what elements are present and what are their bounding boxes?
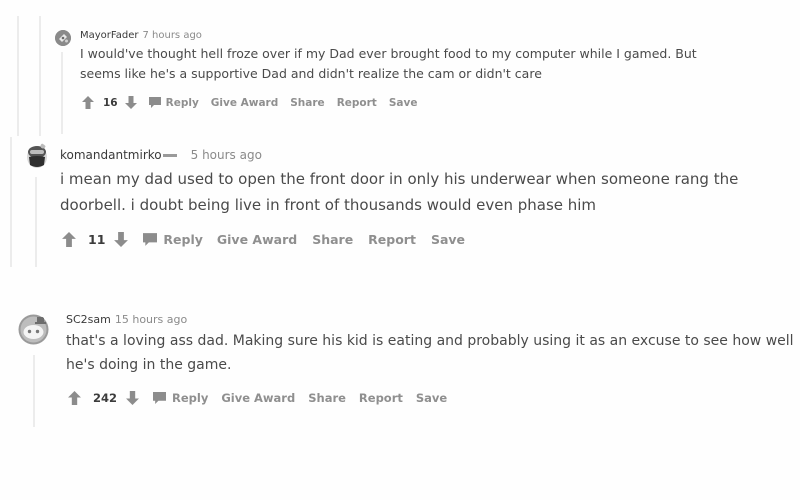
thread-line[interactable] bbox=[17, 16, 19, 136]
avatar[interactable] bbox=[26, 143, 48, 169]
author-link[interactable]: komandantmirko bbox=[60, 148, 162, 162]
report-button[interactable]: Report bbox=[337, 97, 377, 109]
comment-meta: MayorFader 7 hours ago bbox=[80, 30, 720, 41]
comment: SC2sam 15 hours ago that's a loving ass d… bbox=[66, 313, 800, 405]
give-award-button[interactable]: Give Award bbox=[217, 232, 297, 247]
reply-button[interactable]: Reply bbox=[153, 391, 208, 405]
downvote-arrow-icon[interactable] bbox=[114, 232, 129, 247]
thread-line[interactable] bbox=[61, 52, 63, 134]
vote-score: 11 bbox=[88, 232, 106, 247]
comment-actions: 16 Reply Give Award Share Report Save bbox=[82, 96, 720, 109]
thread-line[interactable] bbox=[10, 137, 12, 267]
thread-line[interactable] bbox=[33, 355, 35, 427]
thread-line[interactable] bbox=[39, 16, 41, 136]
report-button[interactable]: Report bbox=[359, 391, 403, 405]
timestamp[interactable]: 5 hours ago bbox=[191, 148, 262, 162]
avatar[interactable] bbox=[55, 30, 71, 46]
thread-line[interactable] bbox=[35, 177, 37, 267]
comment: komandantmirko 5 hours ago i mean my dad … bbox=[60, 148, 800, 247]
comment-body: that's a loving ass dad. Making sure his… bbox=[66, 333, 794, 373]
snoo-avatar-icon bbox=[18, 314, 49, 345]
comment-body: I would've thought hell froze over if my… bbox=[80, 46, 697, 81]
snoo-avatar-icon bbox=[55, 30, 71, 46]
speech-bubble-icon bbox=[143, 233, 158, 246]
save-button[interactable]: Save bbox=[416, 391, 447, 405]
share-button[interactable]: Share bbox=[290, 97, 324, 109]
reply-label: Reply bbox=[172, 391, 209, 405]
author-link[interactable]: MayorFader bbox=[80, 30, 138, 41]
reply-label: Reply bbox=[163, 232, 203, 247]
user-flair bbox=[162, 154, 177, 157]
vote-score: 16 bbox=[103, 96, 118, 109]
timestamp[interactable]: 7 hours ago bbox=[142, 30, 201, 41]
upvote-arrow-icon[interactable] bbox=[68, 391, 81, 405]
save-button[interactable]: Save bbox=[431, 232, 465, 247]
comment-meta: SC2sam 15 hours ago bbox=[66, 313, 800, 326]
snoo-avatar-icon bbox=[27, 143, 47, 168]
avatar[interactable] bbox=[18, 314, 49, 345]
comment-actions: 242 Reply Give Award Share Report Save bbox=[68, 391, 800, 405]
reply-button[interactable]: Reply bbox=[148, 96, 199, 109]
reply-label: Reply bbox=[165, 96, 199, 109]
downvote-arrow-icon[interactable] bbox=[124, 96, 137, 109]
give-award-button[interactable]: Give Award bbox=[221, 391, 295, 405]
comment-meta: komandantmirko 5 hours ago bbox=[60, 148, 800, 162]
upvote-arrow-icon[interactable] bbox=[82, 96, 94, 109]
report-button[interactable]: Report bbox=[368, 232, 416, 247]
speech-bubble-icon bbox=[153, 392, 167, 404]
upvote-arrow-icon[interactable] bbox=[62, 232, 76, 247]
give-award-button[interactable]: Give Award bbox=[211, 97, 278, 109]
share-button[interactable]: Share bbox=[308, 391, 346, 405]
share-button[interactable]: Share bbox=[312, 232, 353, 247]
comment-body: i mean my dad used to open the front doo… bbox=[60, 170, 739, 214]
downvote-arrow-icon[interactable] bbox=[126, 391, 139, 405]
vote-score: 242 bbox=[93, 391, 118, 405]
reply-button[interactable]: Reply bbox=[143, 232, 203, 247]
timestamp[interactable]: 15 hours ago bbox=[115, 313, 187, 326]
comment-actions: 11 Reply Give Award Share Report Save bbox=[62, 232, 800, 247]
speech-bubble-icon bbox=[148, 97, 161, 108]
save-button[interactable]: Save bbox=[389, 97, 418, 109]
author-link[interactable]: SC2sam bbox=[66, 313, 111, 326]
comment: MayorFader 7 hours ago I would've thought… bbox=[80, 30, 720, 109]
